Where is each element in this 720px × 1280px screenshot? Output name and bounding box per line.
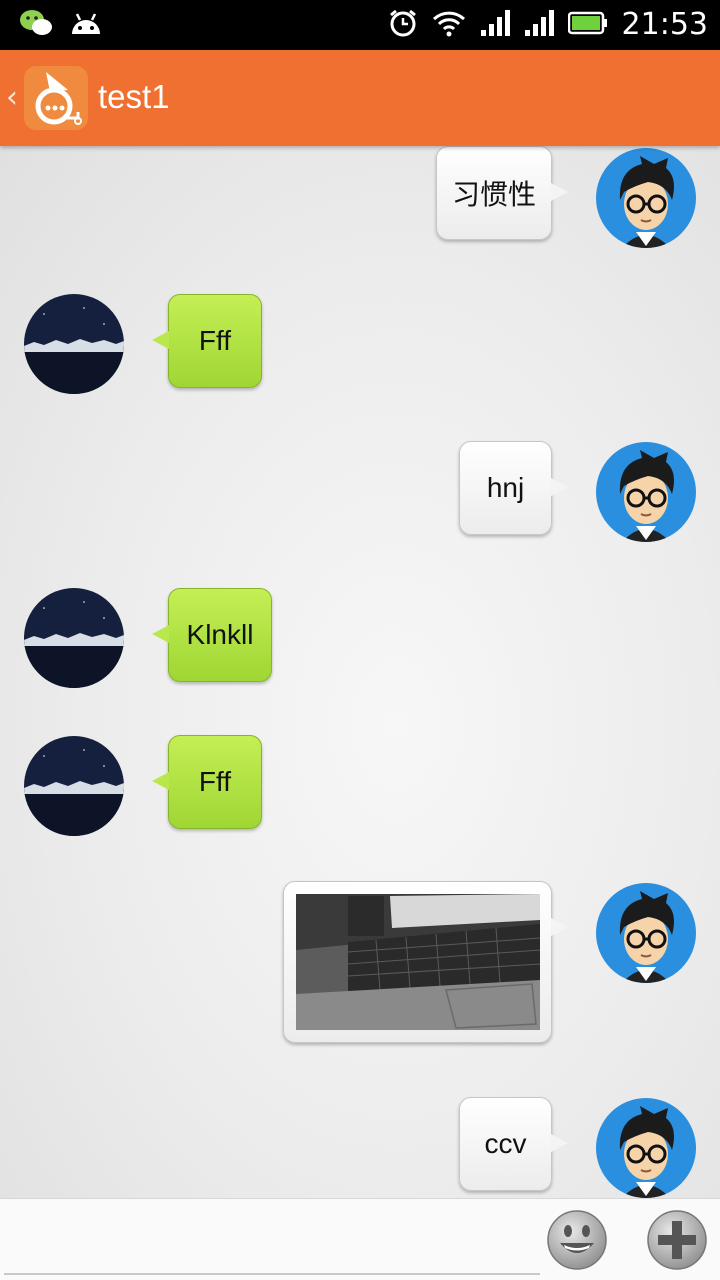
wifi-icon	[432, 9, 466, 41]
avatar[interactable]	[596, 148, 696, 248]
message-bubble-outgoing[interactable]: ccv	[459, 1097, 568, 1191]
signal-icon	[480, 8, 510, 42]
avatar[interactable]	[596, 883, 696, 983]
laptop-keyboard-photo[interactable]	[296, 894, 540, 1030]
avatar[interactable]	[596, 442, 696, 542]
message-bubble-incoming[interactable]: Klnkll	[152, 588, 272, 682]
signal-icon	[524, 8, 554, 42]
chat-title: test1	[98, 78, 170, 115]
message-bubble-outgoing[interactable]: hnj	[459, 441, 568, 535]
wechat-icon	[18, 8, 54, 42]
avatar[interactable]	[24, 736, 124, 836]
message-text: ccv	[484, 1128, 527, 1159]
battery-icon	[567, 11, 608, 39]
plus-icon	[647, 1210, 707, 1270]
back-chevron-icon[interactable]: ‹	[6, 80, 18, 115]
add-button[interactable]	[646, 1209, 708, 1271]
message-text: 习惯性	[451, 179, 536, 210]
input-bar	[0, 1198, 720, 1280]
alarm-icon	[388, 8, 418, 42]
message-text: hnj	[486, 472, 525, 503]
avatar[interactable]	[24, 588, 124, 688]
message-bubble-incoming[interactable]: Fff	[152, 735, 262, 829]
clock-time: 21:53	[621, 7, 708, 42]
emoji-button[interactable]	[546, 1209, 608, 1271]
message-text: Fff	[198, 766, 232, 797]
app-logo[interactable]	[24, 66, 88, 130]
message-text: Klnkll	[186, 619, 254, 650]
message-bubble-outgoing-image[interactable]	[283, 881, 568, 1043]
message-input[interactable]	[4, 1199, 540, 1275]
message-list[interactable]: 习惯性 Fff hnj Klnkll Fff ccv	[0, 146, 720, 1198]
avatar[interactable]	[24, 294, 124, 394]
android-icon	[68, 8, 104, 42]
message-bubble-incoming[interactable]: Fff	[152, 294, 262, 388]
status-bar: 21:53	[0, 0, 720, 50]
smiley-icon	[547, 1210, 607, 1270]
message-text: Fff	[198, 325, 232, 356]
avatar[interactable]	[596, 1098, 696, 1198]
message-bubble-outgoing[interactable]: 习惯性	[436, 146, 568, 240]
chat-header: ‹ test1	[0, 50, 720, 146]
